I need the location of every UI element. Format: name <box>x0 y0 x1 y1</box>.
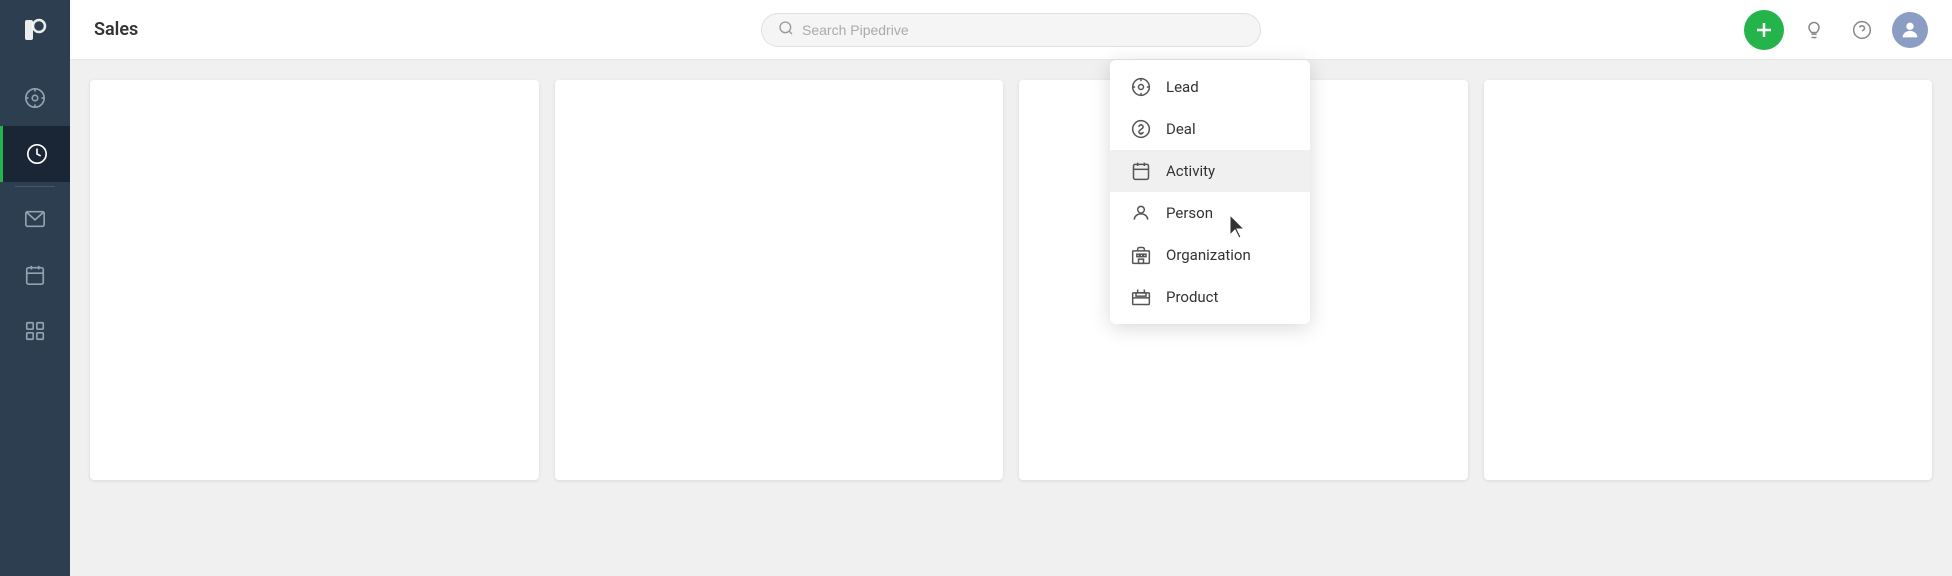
sidebar-item-focus[interactable] <box>0 70 70 126</box>
sidebar-item-contacts[interactable] <box>0 303 70 359</box>
sidebar-item-calendar[interactable] <box>0 247 70 303</box>
sidebar-nav <box>0 60 70 576</box>
content-card-4 <box>1484 80 1933 480</box>
activity-label: Activity <box>1166 162 1215 180</box>
page-title: Sales <box>94 19 138 40</box>
sidebar-item-mail[interactable] <box>0 191 70 247</box>
search-bar <box>761 13 1261 47</box>
search-icon <box>778 20 794 40</box>
content-area <box>70 60 1952 576</box>
avatar[interactable] <box>1892 12 1928 48</box>
sidebar-divider-1 <box>15 186 55 187</box>
lead-label: Lead <box>1166 78 1199 96</box>
search-input[interactable] <box>802 22 1244 38</box>
dropdown-item-lead[interactable]: Lead <box>1110 66 1310 108</box>
activity-icon <box>1130 160 1152 182</box>
content-card-1 <box>90 80 539 480</box>
header: Sales <box>70 0 1952 60</box>
dropdown-item-activity[interactable]: Activity <box>1110 150 1310 192</box>
product-icon <box>1130 286 1152 308</box>
help-button[interactable] <box>1844 12 1880 48</box>
organization-icon <box>1130 244 1152 266</box>
deal-icon <box>1130 118 1152 140</box>
dropdown-item-deal[interactable]: Deal <box>1110 108 1310 150</box>
content-card-2 <box>555 80 1004 480</box>
dropdown-item-product[interactable]: Product <box>1110 276 1310 318</box>
main-area: Sales <box>70 0 1952 576</box>
sidebar-item-deals[interactable] <box>0 126 70 182</box>
header-right <box>1732 10 1928 50</box>
lightbulb-button[interactable] <box>1796 12 1832 48</box>
add-button[interactable] <box>1744 10 1784 50</box>
organization-label: Organization <box>1166 246 1251 264</box>
sidebar <box>0 0 70 576</box>
pipedrive-logo-icon <box>19 14 51 46</box>
deal-label: Deal <box>1166 120 1196 138</box>
dropdown-item-person[interactable]: Person <box>1110 192 1310 234</box>
add-dropdown-menu: Lead Deal Activity <box>1110 60 1310 324</box>
person-label: Person <box>1166 204 1213 222</box>
search-wrapper[interactable] <box>761 13 1261 47</box>
dropdown-item-organization[interactable]: Organization <box>1110 234 1310 276</box>
sidebar-logo[interactable] <box>0 0 70 60</box>
lead-icon <box>1130 76 1152 98</box>
person-icon <box>1130 202 1152 224</box>
product-label: Product <box>1166 288 1218 306</box>
